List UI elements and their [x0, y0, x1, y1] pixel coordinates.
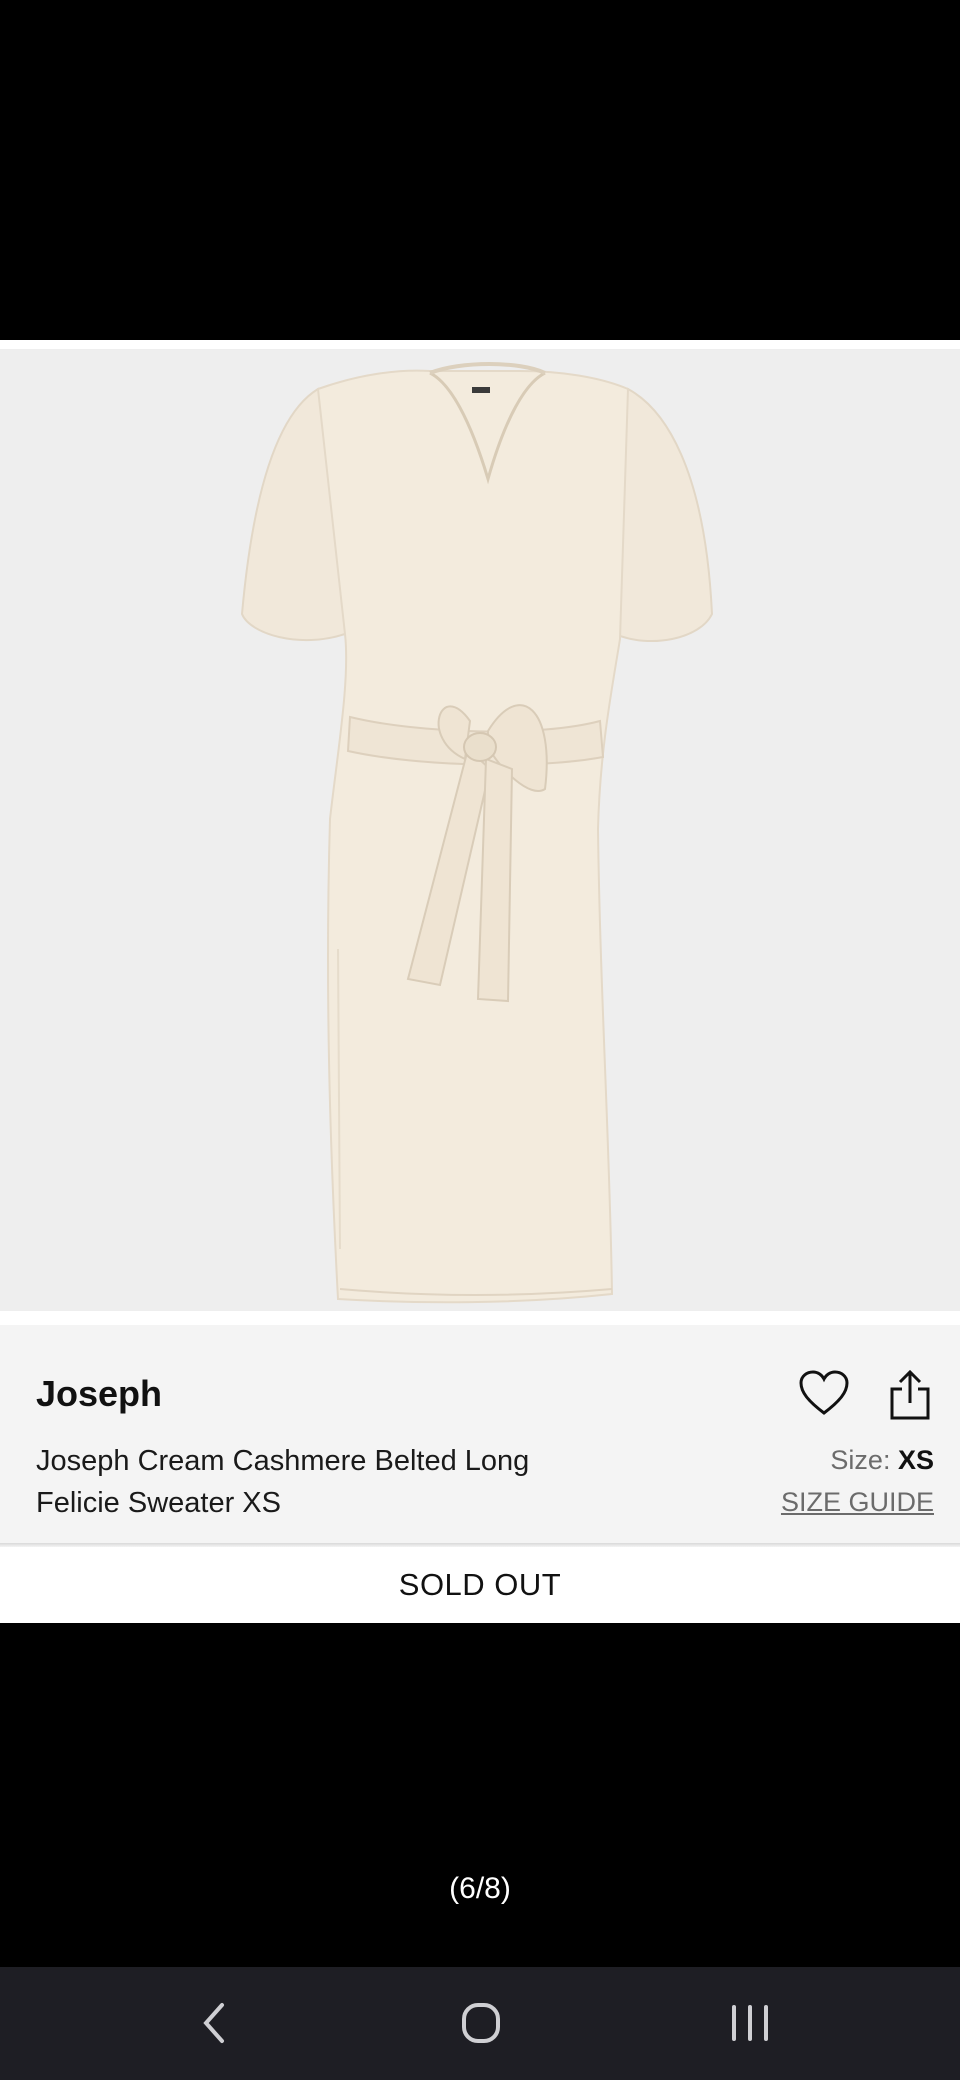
gallery-counter: (6/8): [449, 1872, 511, 1905]
system-nav-bar: [0, 1967, 960, 2080]
recents-icon[interactable]: [720, 1997, 780, 2049]
size-guide-link[interactable]: SIZE GUIDE: [781, 1487, 934, 1518]
product-info-panel: Joseph Joseph Cream Cashmere Belted Long…: [0, 1325, 960, 1545]
size-value: XS: [897, 1445, 934, 1475]
size-info: Size: XS: [830, 1445, 934, 1476]
share-icon[interactable]: [888, 1369, 932, 1421]
image-bottom-border: [0, 1311, 960, 1325]
product-title-line-2: Felicie Sweater XS: [36, 1487, 281, 1519]
product-title: Joseph Cream Cashmere Belted Long Felici…: [36, 1440, 596, 1524]
top-black-area: [0, 0, 960, 340]
product-title-line-1: Joseph Cream Cashmere Belted Long: [36, 1445, 530, 1477]
image-top-border: [0, 340, 960, 349]
sold-out-bar: SOLD OUT: [0, 1547, 960, 1623]
product-image[interactable]: [0, 349, 960, 1311]
size-label: Size:: [830, 1445, 891, 1475]
home-icon[interactable]: [452, 1997, 512, 2049]
heart-icon[interactable]: [798, 1369, 850, 1417]
back-chevron-icon[interactable]: [186, 1997, 246, 2049]
dress-illustration: [240, 362, 714, 1304]
product-viewer-screen: Joseph Joseph Cream Cashmere Belted Long…: [0, 0, 960, 2080]
brand-name[interactable]: Joseph: [36, 1373, 162, 1415]
